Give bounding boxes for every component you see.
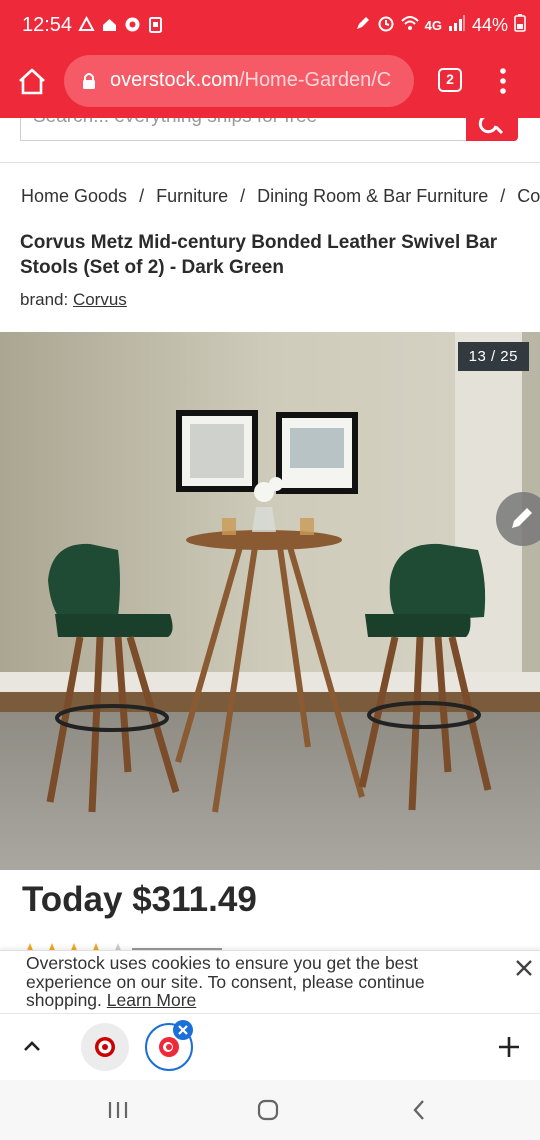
breadcrumb-separator: /	[500, 186, 506, 206]
breadcrumb-item-home-goods[interactable]: Home Goods	[21, 186, 127, 207]
browser-toolbar: overstock.com/Home-Garden/C 2	[0, 52, 540, 118]
url-path: /Home-Garden/C	[238, 69, 392, 91]
breadcrumb-separator: /	[240, 186, 246, 206]
drive-icon	[78, 15, 95, 33]
product-image[interactable]: 13 / 25	[0, 332, 540, 870]
back-icon[interactable]	[410, 1098, 428, 1122]
cookie-banner: Overstock uses cookies to ensure you get…	[0, 950, 540, 1012]
url-host: overstock.com	[110, 69, 239, 91]
wifi-icon	[400, 14, 419, 37]
app-notify-icon	[124, 16, 141, 33]
breadcrumb-item-dining-room[interactable]: Dining Room & Bar Furniture	[257, 186, 488, 207]
lock-icon	[82, 72, 96, 90]
tab-switcher-bar	[0, 1013, 540, 1079]
status-time: 12:54	[22, 14, 73, 36]
clipboard-icon	[147, 16, 164, 33]
search-input[interactable]: Search... everything ships for free	[20, 118, 468, 141]
alarm-icon	[377, 14, 395, 37]
signal-icon	[448, 14, 466, 37]
plus-icon[interactable]	[496, 1034, 522, 1060]
bar-stool-photo	[0, 332, 540, 870]
pen-icon	[355, 15, 371, 36]
cookie-text: Overstock uses cookies to ensure you get…	[26, 954, 466, 1010]
network-type: 4G	[424, 18, 442, 33]
breadcrumb: Home Goods / Furniture / Dining Room & B…	[21, 186, 540, 207]
brand-row: brand: Corvus	[20, 290, 127, 310]
breadcrumb-item-co[interactable]: Co	[517, 186, 540, 207]
home-icon[interactable]	[16, 66, 48, 98]
nav-home-icon[interactable]	[256, 1098, 280, 1122]
tab-target[interactable]	[81, 1023, 129, 1071]
close-tab-icon[interactable]	[173, 1020, 193, 1040]
close-icon[interactable]	[512, 956, 536, 980]
tabs-icon[interactable]: 2	[438, 68, 462, 92]
search-icon	[478, 114, 504, 135]
search-button[interactable]	[466, 114, 518, 141]
brand-label: brand:	[20, 290, 69, 309]
brand-link[interactable]: Corvus	[73, 290, 127, 309]
breadcrumb-separator: /	[139, 186, 145, 206]
battery-level: 44%	[471, 15, 508, 35]
search-placeholder: Search... everything ships for free	[33, 118, 317, 128]
home-notify-icon	[101, 16, 118, 33]
status-bar: 12:54 4G 44%	[0, 0, 540, 52]
system-nav-bar	[0, 1080, 540, 1140]
more-vert-icon[interactable]	[496, 66, 510, 96]
system-icons: 4G 44%	[355, 14, 526, 37]
image-counter: 13 / 25	[457, 342, 529, 371]
url-text: overstock.com/Home-Garden/C	[110, 69, 391, 92]
header-divider	[0, 162, 540, 163]
learn-more-link[interactable]: Learn More	[107, 990, 197, 1010]
recents-icon[interactable]	[106, 1100, 130, 1120]
price: Today $311.49	[22, 880, 257, 919]
pencil-icon[interactable]	[496, 492, 540, 546]
battery-icon	[514, 14, 526, 37]
target-icon	[95, 1037, 115, 1057]
breadcrumb-item-furniture[interactable]: Furniture	[156, 186, 228, 207]
notification-icons	[78, 15, 164, 33]
rating-stars-peek	[22, 940, 282, 950]
cookie-message: Overstock uses cookies to ensure you get…	[26, 953, 425, 1010]
chevron-up-icon[interactable]	[20, 1034, 44, 1058]
address-bar[interactable]: overstock.com/Home-Garden/C	[64, 55, 414, 107]
product-title: Corvus Metz Mid-century Bonded Leather S…	[20, 232, 498, 278]
